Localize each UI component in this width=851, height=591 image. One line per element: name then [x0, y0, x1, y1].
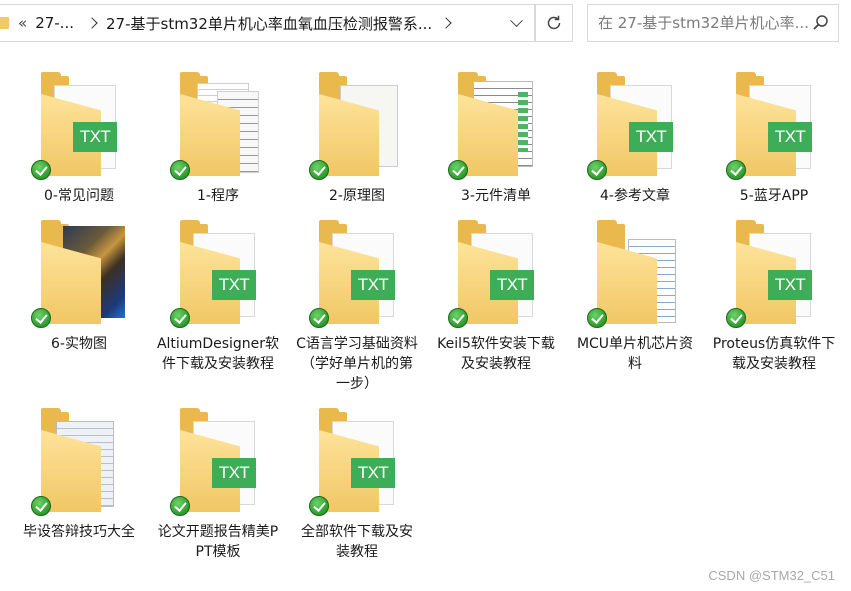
sync-status-check-icon [170, 160, 190, 180]
txt-file-icon: TXT [212, 270, 256, 300]
folder-icon: TXT [587, 72, 681, 184]
search-icon[interactable] [812, 14, 830, 32]
sync-status-check-icon [309, 160, 329, 180]
folder-label: 5-蓝牙APP [739, 188, 809, 204]
folder-label: 2-原理图 [329, 188, 385, 204]
sync-status-check-icon [31, 308, 51, 328]
folder-item[interactable]: 1-程序 [154, 72, 282, 206]
folder-icon: TXT [309, 220, 403, 332]
search-box[interactable] [587, 4, 839, 42]
folder-label: Keil5软件安装下载及安装教程 [437, 336, 555, 372]
folder-icon: TXT [170, 408, 264, 520]
breadcrumb-separator-icon[interactable] [440, 17, 452, 29]
watermark: CSDN @STM32_C51 [708, 568, 835, 583]
folder-icon: TXT [170, 220, 264, 332]
folder-label: 3-元件清单 [461, 188, 531, 204]
folder-item[interactable]: TXT 论文开题报告精美PPT模板 [154, 408, 282, 562]
txt-file-icon: TXT [351, 458, 395, 488]
folder-label: 论文开题报告精美PPT模板 [157, 524, 279, 560]
folder-icon: TXT [726, 220, 820, 332]
folder-icon: TXT [31, 72, 125, 184]
search-input[interactable] [596, 13, 810, 33]
txt-file-icon: TXT [768, 270, 812, 300]
sync-status-check-icon [170, 308, 190, 328]
folder-icon [31, 220, 125, 332]
txt-file-icon: TXT [768, 122, 812, 152]
folder-item[interactable]: 6-实物图 [15, 220, 143, 354]
sync-status-check-icon [587, 160, 607, 180]
folder-label: C语言学习基础资料（学好单片机的第一步） [296, 336, 418, 392]
sync-status-check-icon [448, 308, 468, 328]
folder-item[interactable]: TXT 全部软件下载及安装教程 [293, 408, 421, 562]
sync-status-check-icon [309, 496, 329, 516]
folder-label: AltiumDesigner软件下载及安装教程 [156, 336, 280, 372]
folder-icon [587, 220, 681, 332]
address-bar[interactable]: « 27-... 27-基于stm32单片机心率血氧血压检测报警系... [0, 4, 535, 42]
navigation-bar: « 27-... 27-基于stm32单片机心率血氧血压检测报警系... [0, 0, 851, 46]
sync-status-check-icon [726, 160, 746, 180]
breadcrumb-separator-icon[interactable] [86, 17, 98, 29]
folder-item[interactable]: 3-元件清单 [432, 72, 560, 206]
folder-item[interactable]: TXT AltiumDesigner软件下载及安装教程 [154, 220, 282, 374]
txt-file-icon: TXT [490, 270, 534, 300]
folder-icon: TXT [726, 72, 820, 184]
address-history-dropdown[interactable] [497, 5, 534, 41]
sync-status-check-icon [587, 308, 607, 328]
folder-icon [170, 72, 264, 184]
sync-status-check-icon [31, 160, 51, 180]
sync-status-check-icon [309, 308, 329, 328]
folder-label: 毕设答辩技巧大全 [23, 524, 135, 540]
folder-item[interactable]: MCU单片机芯片资料 [571, 220, 699, 374]
folder-icon [448, 72, 542, 184]
sync-status-check-icon [31, 496, 51, 516]
folder-label: 全部软件下载及安装教程 [301, 524, 413, 560]
sync-status-check-icon [726, 308, 746, 328]
txt-file-icon: TXT [351, 270, 395, 300]
folder-item[interactable]: TXT 5-蓝牙APP [710, 72, 838, 206]
overflow-chevrons-icon[interactable]: « [18, 14, 27, 32]
folder-item[interactable]: TXT C语言学习基础资料（学好单片机的第一步） [293, 220, 421, 394]
folder-item[interactable]: TXT Proteus仿真软件下载及安装教程 [710, 220, 838, 374]
folder-icon [309, 72, 403, 184]
folder-item[interactable]: 2-原理图 [293, 72, 421, 206]
breadcrumb-parent[interactable]: 27-... [35, 14, 74, 32]
folder-label: 1-程序 [197, 188, 239, 204]
refresh-icon [547, 15, 561, 30]
folder-label: Proteus仿真软件下载及安装教程 [712, 336, 836, 372]
sync-status-check-icon [448, 160, 468, 180]
txt-file-icon: TXT [212, 458, 256, 488]
folder-icon: TXT [309, 408, 403, 520]
folder-label: MCU单片机芯片资料 [576, 336, 694, 372]
refresh-button[interactable] [535, 4, 573, 42]
folder-label: 4-参考文章 [600, 188, 670, 204]
folder-item[interactable]: 毕设答辩技巧大全 [15, 408, 143, 542]
breadcrumb-current[interactable]: 27-基于stm32单片机心率血氧血压检测报警系... [106, 13, 432, 34]
folder-icon [0, 17, 9, 29]
folder-item[interactable]: TXT 0-常见问题 [15, 72, 143, 206]
chevron-down-icon [509, 13, 523, 27]
txt-file-icon: TXT [73, 122, 117, 152]
folder-item[interactable]: TXT Keil5软件安装下载及安装教程 [432, 220, 560, 374]
folder-item[interactable]: TXT 4-参考文章 [571, 72, 699, 206]
folder-label: 6-实物图 [51, 336, 107, 352]
folder-icon: TXT [448, 220, 542, 332]
folder-icon [31, 408, 125, 520]
txt-file-icon: TXT [629, 122, 673, 152]
folder-label: 0-常见问题 [44, 188, 114, 204]
sync-status-check-icon [170, 496, 190, 516]
